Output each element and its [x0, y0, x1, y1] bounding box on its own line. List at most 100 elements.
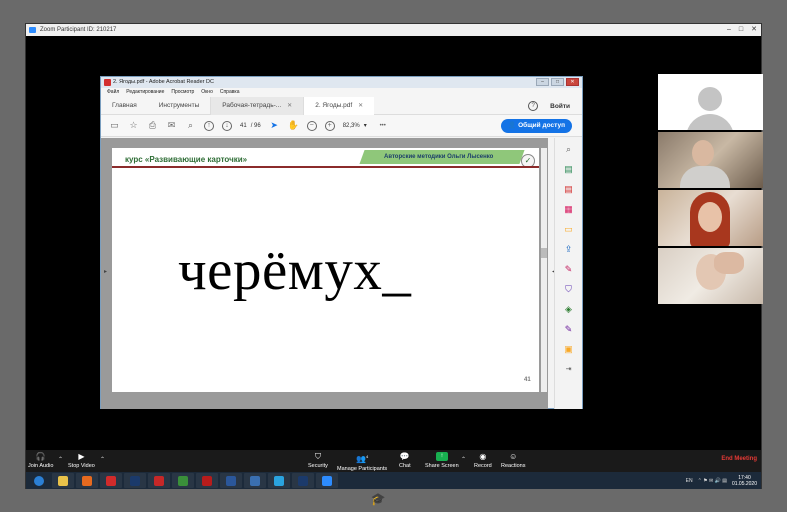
mail-icon[interactable]: ✉	[166, 120, 177, 131]
zoom-in-icon[interactable]: +	[324, 120, 335, 131]
select-cursor-icon[interactable]: ➤	[269, 120, 280, 131]
taskbar-photoshop-2-icon[interactable]	[292, 473, 314, 488]
taskbar-mail-icon[interactable]	[244, 473, 266, 488]
taskbar-telegram-icon[interactable]	[268, 473, 290, 488]
card-word: черёмух_	[178, 239, 412, 302]
page-down-icon[interactable]: ↓	[222, 120, 232, 131]
protect-icon[interactable]: ⛉	[564, 284, 574, 295]
zoom-search-icon[interactable]: ⌕	[564, 144, 574, 155]
manage-participants-button[interactable]: 👥4 Manage Participants	[337, 452, 387, 472]
search-icon[interactable]: ⌕	[185, 120, 196, 131]
organize-pages-icon[interactable]: ▦	[564, 204, 574, 215]
taskbar-acrobat-2-icon[interactable]	[196, 473, 218, 488]
share-screen-icon: ↑	[435, 452, 448, 461]
chevron-down-icon: ▾	[363, 123, 367, 129]
share-screen-button[interactable]: ↑ Share Screen	[425, 452, 459, 469]
page-up-icon[interactable]: ↑	[204, 120, 214, 131]
meeting-controls: 🎧 Join Audio ⌃ ▶ Stop Video ⌃ ⛉ Security…	[26, 450, 761, 472]
tab-tools[interactable]: Инструменты	[148, 97, 211, 115]
video-options-chevron-icon[interactable]: ⌃	[100, 456, 105, 463]
acrobat-titlebar: 2. Ягоды.pdf - Adobe Acrobat Reader DC –…	[101, 77, 582, 88]
more-tools-icon[interactable]: •••	[375, 120, 391, 131]
share-screen-label: Share Screen	[425, 463, 459, 469]
minimize-icon[interactable]: –	[727, 24, 731, 36]
taskbar-zoom-icon[interactable]	[316, 473, 338, 488]
maximize-icon[interactable]: □	[739, 24, 743, 36]
taskbar-start-icon[interactable]	[28, 473, 50, 488]
tab-home[interactable]: Главная	[101, 97, 148, 115]
help-icon[interactable]: ?	[528, 101, 539, 111]
participant-tile-2[interactable]	[658, 132, 763, 188]
close-icon[interactable]: ✕	[751, 24, 757, 36]
acrobat-maximize-button[interactable]: □	[551, 78, 564, 86]
security-button[interactable]: ⛉ Security	[308, 452, 328, 469]
taskbar-chrome-icon[interactable]	[172, 473, 194, 488]
record-button[interactable]: ◉ Record	[474, 452, 492, 469]
share-button[interactable]: 👤 Общий доступ	[501, 119, 572, 133]
windows-taskbar: EN ⌃ ⚑ ✉ 🔊 ▤ 17:40 01.05.2020	[26, 472, 761, 489]
taskbar-acrobat-icon[interactable]	[148, 473, 170, 488]
create-pdf-icon[interactable]: ▤	[564, 184, 574, 195]
join-audio-button[interactable]: 🎧 Join Audio	[28, 452, 53, 469]
reactions-button[interactable]: ☺ Reactions	[501, 452, 525, 469]
chat-button[interactable]: 💬 Chat	[399, 452, 411, 469]
participant-tile-1[interactable]	[658, 74, 763, 130]
page-total: / 96	[250, 122, 261, 129]
photoshop-2-glyph	[298, 475, 308, 486]
print-icon[interactable]: ⎙	[147, 120, 158, 131]
manage-participants-label: Manage Participants	[337, 465, 388, 472]
save-icon[interactable]: ▭	[109, 120, 120, 131]
acrobat-window[interactable]: 2. Ягоды.pdf - Adobe Acrobat Reader DC –…	[100, 76, 583, 409]
tray-icons[interactable]: ⌃ ⚑ ✉ 🔊 ▤	[698, 478, 727, 484]
clock[interactable]: 17:40 01.05.2020	[732, 475, 757, 487]
share-icon: 👤	[508, 122, 519, 129]
edit-pdf-icon[interactable]: ✎	[564, 324, 574, 335]
tab-document-2[interactable]: 2. Ягоды.pdf ✕	[303, 96, 375, 115]
document-viewport[interactable]: ▸ курс «Развивающие карточки» Авторские …	[101, 138, 548, 409]
share-options-chevron-icon[interactable]: ⌃	[461, 456, 466, 463]
acrobat-close-button[interactable]: ✕	[566, 78, 579, 86]
participant-tile-4[interactable]	[658, 248, 763, 304]
zoom-glyph	[322, 475, 332, 486]
firefox-glyph	[82, 475, 92, 486]
taskbar-explorer-icon[interactable]	[52, 473, 74, 488]
acrobat-toolbar: ▭ ☆ ⎙ ✉ ⌕ ↑ ↓ 41 / 96 ➤ ✋ − + 82,3% ▾ ••…	[101, 115, 582, 137]
collapse-pane-icon[interactable]: ⇥	[564, 364, 574, 375]
bookmark-star-icon[interactable]: ☆	[128, 120, 139, 131]
close-icon[interactable]: ✕	[287, 97, 292, 115]
telegram-glyph	[274, 475, 284, 486]
stop-video-button[interactable]: ▶ Stop Video	[68, 452, 95, 469]
taskbar-word-icon[interactable]	[220, 473, 242, 488]
collapse-left-icon[interactable]: ▸	[104, 268, 107, 275]
tab-document-1[interactable]: Рабочая-тетрадь-... ✕	[210, 96, 304, 115]
close-icon[interactable]: ✕	[358, 97, 363, 115]
scrollbar-thumb[interactable]	[541, 248, 547, 258]
shield-icon: ⛉	[314, 452, 321, 461]
chrome-glyph	[178, 475, 188, 486]
audio-options-chevron-icon[interactable]: ⌃	[58, 456, 63, 463]
taskbar-firefox-icon[interactable]	[76, 473, 98, 488]
vertical-scrollbar[interactable]	[541, 148, 547, 392]
page-navigator[interactable]: 41 / 96	[240, 123, 261, 129]
send-file-icon[interactable]: ⇪	[564, 244, 574, 255]
course-title: курс «Развивающие карточки»	[125, 155, 248, 164]
participant-tile-3[interactable]	[658, 190, 763, 246]
page-header: курс «Развивающие карточки» Авторские ме…	[112, 148, 539, 168]
taskbar-photoshop-icon[interactable]	[124, 473, 146, 488]
graduation-cap-icon: 🎓	[370, 492, 386, 506]
hand-tool-icon[interactable]: ✋	[288, 120, 299, 131]
taskbar-opera-icon[interactable]	[100, 473, 122, 488]
fill-sign-icon[interactable]: ✎	[564, 264, 574, 275]
zoom-level-select[interactable]: 82,3% ▾	[343, 122, 367, 130]
end-meeting-button[interactable]: End Meeting	[721, 456, 757, 462]
export-pdf-icon[interactable]: ▤	[564, 164, 574, 175]
zoom-out-icon[interactable]: −	[306, 120, 317, 131]
enhance-scan-icon[interactable]: ◈	[564, 304, 574, 315]
language-indicator[interactable]: EN	[686, 478, 693, 484]
comment-icon[interactable]: ▭	[564, 224, 574, 235]
acrobat-minimize-button[interactable]: –	[536, 78, 549, 86]
page-current-input[interactable]: 41	[240, 123, 247, 129]
stamp-icon[interactable]: ▣	[564, 344, 574, 355]
zoom-window: Zoom Participant ID: 210217 – □ ✕ 2. Яго…	[25, 23, 763, 489]
login-button[interactable]: Войти	[550, 103, 570, 110]
